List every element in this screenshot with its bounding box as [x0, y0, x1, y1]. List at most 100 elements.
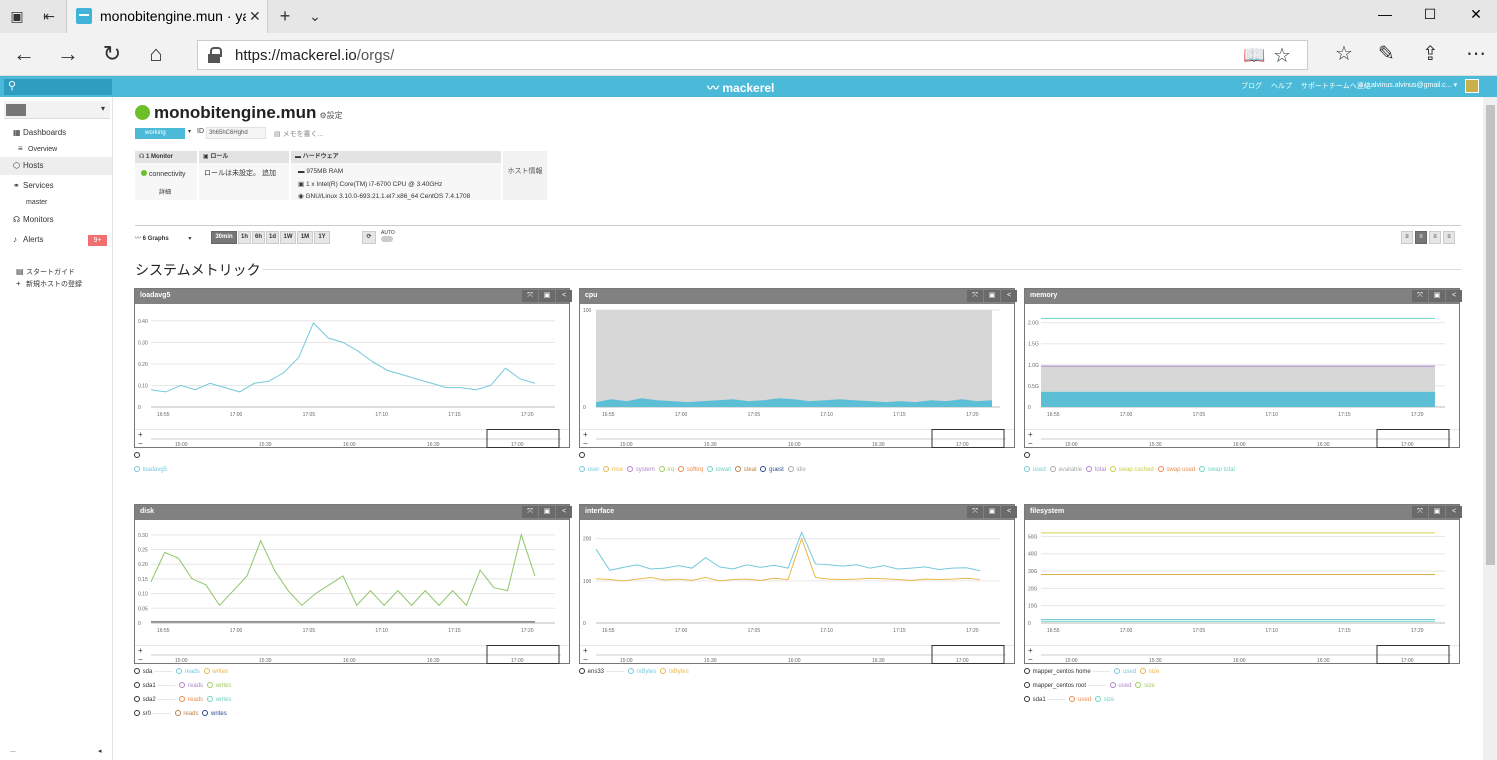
- chart-memory[interactable]: 0 0.5G 1.0G 1.5G 2.0G 16:55 17:00 17:05 17:10 17:…: [1025, 304, 1459, 429]
- link-blog[interactable]: ブログ: [1241, 83, 1262, 90]
- status-chevron-icon[interactable]: ▾: [188, 128, 191, 135]
- range-navigator[interactable]: +− 15:00 15:30 16:00 16:30 17:00: [1025, 645, 1459, 664]
- legend-item[interactable]: reads: [179, 696, 203, 703]
- id-value[interactable]: 3h65hC6Hghd: [206, 127, 266, 139]
- status-badge[interactable]: working: [135, 128, 185, 139]
- legend-host[interactable]: sr0 ———: [134, 710, 171, 717]
- user-menu[interactable]: alvinus.alvinus@gmail.c... ▾: [1371, 81, 1457, 89]
- graph-title[interactable]: cpu: [585, 292, 597, 299]
- layout-2col-icon[interactable]: ≡: [1415, 231, 1427, 244]
- legend-item[interactable]: available: [1049, 466, 1082, 473]
- sidebar-item-hosts[interactable]: ⬡ Hosts: [0, 157, 112, 175]
- org-selector[interactable]: ▾: [4, 101, 110, 119]
- share-graph-icon[interactable]: <: [1446, 506, 1462, 518]
- legend-item[interactable]: size: [1095, 696, 1114, 703]
- sidebar-item-services[interactable]: ⚭ Services: [13, 177, 112, 195]
- expand-icon[interactable]: ⤧: [1412, 506, 1428, 518]
- legend-item[interactable]: rxBytes: [627, 668, 656, 675]
- settings-link[interactable]: ⚙設定: [319, 111, 342, 120]
- monitor-connectivity[interactable]: connectivity: [141, 170, 186, 178]
- expand-icon[interactable]: ⤧: [967, 506, 983, 518]
- more-dots[interactable]: ...: [10, 747, 16, 754]
- legend-item[interactable]: size: [1140, 668, 1159, 675]
- legend-item[interactable]: reads: [174, 710, 198, 717]
- legend-item[interactable]: used: [1114, 668, 1136, 675]
- favorites-list-icon[interactable]: ☆: [1335, 41, 1353, 66]
- host-info-button[interactable]: ホスト情報: [503, 151, 547, 200]
- link-help[interactable]: ヘルプ: [1271, 83, 1292, 90]
- close-window-icon[interactable]: ✕: [1466, 6, 1486, 23]
- legend-item[interactable]: total: [1086, 466, 1106, 473]
- legend-host[interactable]: ens33 ———: [579, 668, 624, 675]
- legend-item[interactable]: reads: [176, 668, 200, 675]
- legend-item[interactable]: user: [579, 466, 599, 473]
- sidebar-item-overview[interactable]: ≡ Overview: [18, 140, 117, 158]
- more-icon[interactable]: ⋯: [1466, 41, 1486, 66]
- chart-disk[interactable]: 0 0.05 0.10 0.15 0.20 0.25 0.30 16:55 17:00 17:05…: [135, 520, 569, 645]
- reading-view-icon[interactable]: 📖: [1243, 45, 1265, 66]
- expand-icon[interactable]: ⤧: [522, 290, 538, 302]
- pen-icon[interactable]: ✎: [1378, 41, 1395, 66]
- legend-item[interactable]: system: [627, 466, 655, 473]
- graph-title[interactable]: interface: [585, 508, 614, 515]
- home-icon[interactable]: ⌂: [142, 41, 170, 67]
- share-icon[interactable]: ⇪: [1422, 41, 1439, 66]
- legend-item[interactable]: nice: [603, 466, 623, 473]
- forward-icon[interactable]: →: [54, 41, 82, 67]
- toggle-all-icon[interactable]: [579, 452, 585, 458]
- chart-loadavg5[interactable]: 0 0.10 0.20 0.30 0.40 16:55 17:00 17:05 17:10 17:…: [135, 304, 569, 429]
- camera-icon[interactable]: ▣: [984, 506, 1000, 518]
- chart-interface[interactable]: 0 100 200 16:55 17:00 17:05 17:10 17:15 17:20: [580, 520, 1014, 645]
- graph-title[interactable]: loadavg5: [140, 292, 170, 299]
- graph-title[interactable]: disk: [140, 508, 154, 515]
- role-text[interactable]: ロールは未設定。 追加: [204, 168, 276, 178]
- avatar[interactable]: [1465, 79, 1479, 93]
- camera-icon[interactable]: ▣: [1429, 290, 1445, 302]
- new-tab-icon[interactable]: +: [276, 7, 294, 25]
- range-button-1d[interactable]: 1d: [266, 231, 279, 244]
- range-button-1y[interactable]: 1Y: [314, 231, 330, 244]
- tab-manager-icon[interactable]: ▣: [8, 8, 26, 24]
- close-tab-icon[interactable]: ✕: [249, 8, 261, 25]
- refresh-graphs-icon[interactable]: ⟳: [362, 231, 376, 244]
- camera-icon[interactable]: ▣: [539, 506, 555, 518]
- tab-preview-chevron-icon[interactable]: ⌄: [306, 8, 324, 24]
- graph-title[interactable]: memory: [1030, 292, 1057, 299]
- legend-item[interactable]: txBytes: [660, 668, 689, 675]
- set-aside-tabs-icon[interactable]: ⇤: [40, 8, 58, 24]
- legend-item[interactable]: irq: [658, 466, 674, 473]
- legend-item[interactable]: used: [1024, 466, 1046, 473]
- refresh-icon[interactable]: ↻: [98, 41, 126, 67]
- share-graph-icon[interactable]: <: [1446, 290, 1462, 302]
- browser-tab[interactable]: monobitengine.mun · ya ✕: [66, 0, 268, 33]
- sidebar-item-monitors[interactable]: ☊ Monitors: [13, 211, 112, 229]
- legend-item[interactable]: softirq: [678, 466, 703, 473]
- legend-item[interactable]: used: [1069, 696, 1091, 703]
- address-bar[interactable]: https://mackerel.io/orgs/ 📖 ☆: [197, 40, 1308, 70]
- share-graph-icon[interactable]: <: [556, 290, 572, 302]
- share-graph-icon[interactable]: <: [556, 506, 572, 518]
- range-navigator[interactable]: +− 15:00 15:30 16:00 16:30 17:00: [135, 645, 569, 664]
- expand-icon[interactable]: ⤧: [967, 290, 983, 302]
- camera-icon[interactable]: ▣: [984, 290, 1000, 302]
- range-navigator[interactable]: +− 15:00 15:30 16:00 16:30 17:00: [580, 645, 1014, 664]
- chart-filesystem[interactable]: 0 10G 20G 30G 40G 50G 16:55 17:00 17:05 17:10 17:1…: [1025, 520, 1459, 645]
- legend-item[interactable]: writes: [207, 696, 231, 703]
- chart-cpu[interactable]: 0 100 16:55 17:00 17:05 17:10 17:15 17:20: [580, 304, 1014, 429]
- legend-item[interactable]: writes: [202, 710, 227, 717]
- camera-icon[interactable]: ▣: [1429, 506, 1445, 518]
- toggle-all-icon[interactable]: [1024, 452, 1030, 458]
- minimize-icon[interactable]: —: [1375, 6, 1395, 22]
- legend-item[interactable]: iowait: [707, 466, 731, 473]
- layout-3col-icon[interactable]: ≡: [1429, 231, 1441, 244]
- camera-icon[interactable]: ▣: [539, 290, 555, 302]
- expand-icon[interactable]: ⤧: [1412, 290, 1428, 302]
- range-navigator[interactable]: +− 15:00 15:30 16:00 16:30 17:00: [1025, 429, 1459, 448]
- range-button-6h[interactable]: 6h: [252, 231, 265, 244]
- search-box[interactable]: ⚲: [4, 79, 112, 95]
- legend-item[interactable]: writes: [203, 668, 228, 675]
- monitor-detail-link[interactable]: 詳細: [159, 187, 171, 196]
- back-icon[interactable]: ←: [10, 41, 38, 67]
- range-navigator[interactable]: +− 15:00 15:30 16:00 16:30 17:00: [135, 429, 569, 448]
- legend-item[interactable]: guest: [760, 466, 784, 473]
